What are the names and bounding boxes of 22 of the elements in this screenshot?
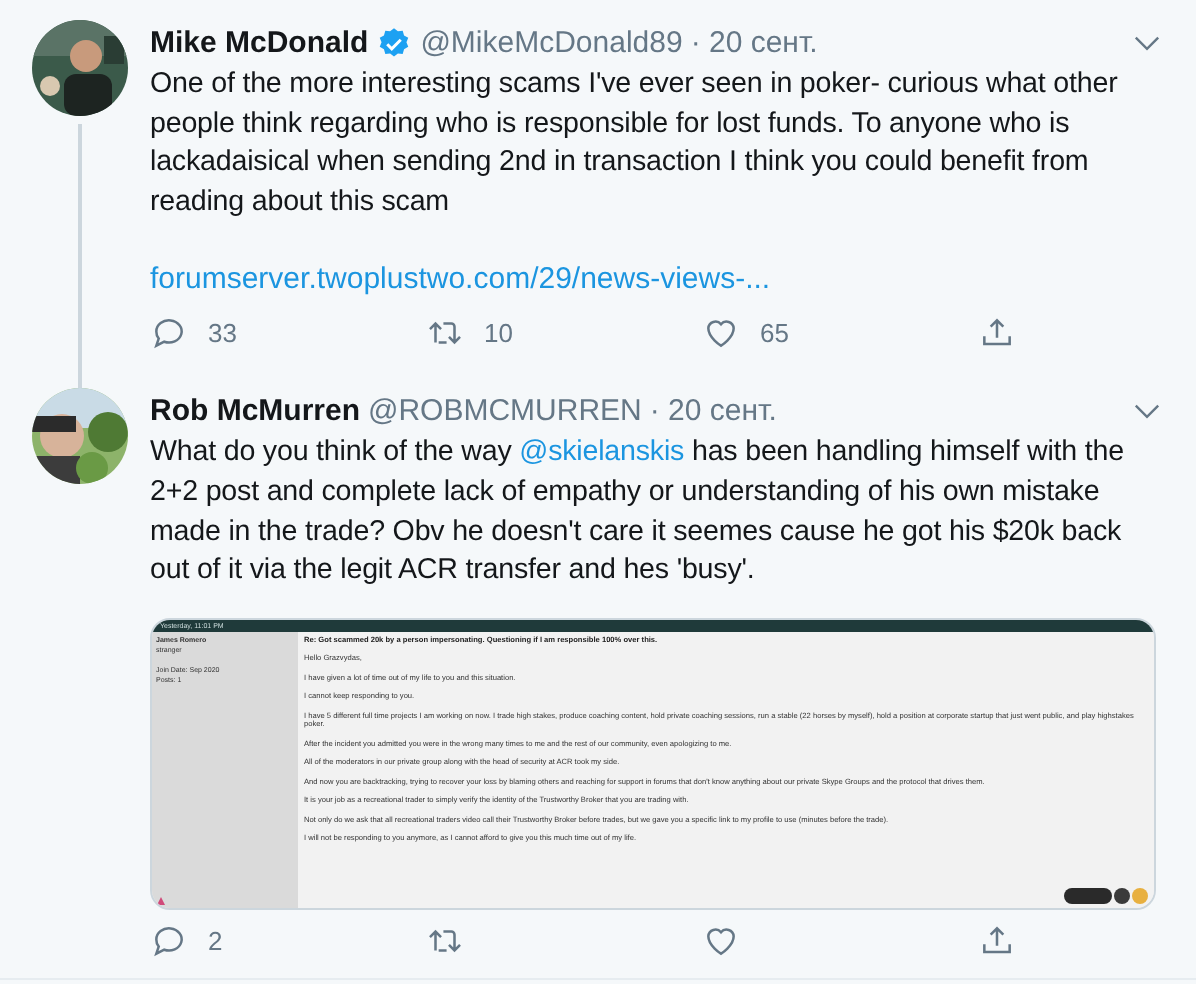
user-handle[interactable]: @ROBMCMURREN xyxy=(368,392,642,433)
chevron-down-icon[interactable] xyxy=(1134,36,1160,52)
user-handle[interactable]: @MikeMcDonald89 xyxy=(420,24,683,64)
heart-icon[interactable] xyxy=(702,922,740,961)
quote-button-icon[interactable] xyxy=(1064,887,1112,904)
reply-count: 2 xyxy=(208,924,223,960)
embedded-screenshot[interactable] xyxy=(150,617,1156,910)
reply-icon[interactable] xyxy=(150,313,188,352)
tweet-text: One of the more interesting scams I've ever seen in poker- curious what other people think regarding who is responsible for lost funds. To anyone who is lackadaisical when sending 2nd in transaction I think you could benefit from reading about this scam xyxy=(150,66,1120,222)
warning-icon[interactable] xyxy=(156,895,166,906)
retweet-count: 10 xyxy=(484,315,513,352)
author-name[interactable]: Mike McDonald xyxy=(150,24,369,64)
mention-link[interactable]: @skielanskis xyxy=(519,436,685,469)
tweet-text: What do you think of the way @skielanskis has been handling himself with the 2+2 post and complete lack of empathy or understanding of his own mistake made in the trade? Obv he doesn't care it seemes cause he got his $20k back out of it via the legit ACR transfer and hes 'busy'. xyxy=(150,434,1126,591)
reply-icon[interactable] xyxy=(150,922,188,961)
author-name[interactable]: Rob McMurren xyxy=(150,392,360,433)
chevron-down-icon[interactable] xyxy=(1134,404,1160,421)
reply-count: 33 xyxy=(208,315,237,352)
like-count: 65 xyxy=(760,315,789,352)
link[interactable]: forumserver.twoplustwo.com/29/news-views-... xyxy=(150,260,771,301)
tweet-date[interactable]: · 20 сент. xyxy=(690,24,818,64)
tweet-date[interactable]: · 20 сент. xyxy=(649,392,777,433)
